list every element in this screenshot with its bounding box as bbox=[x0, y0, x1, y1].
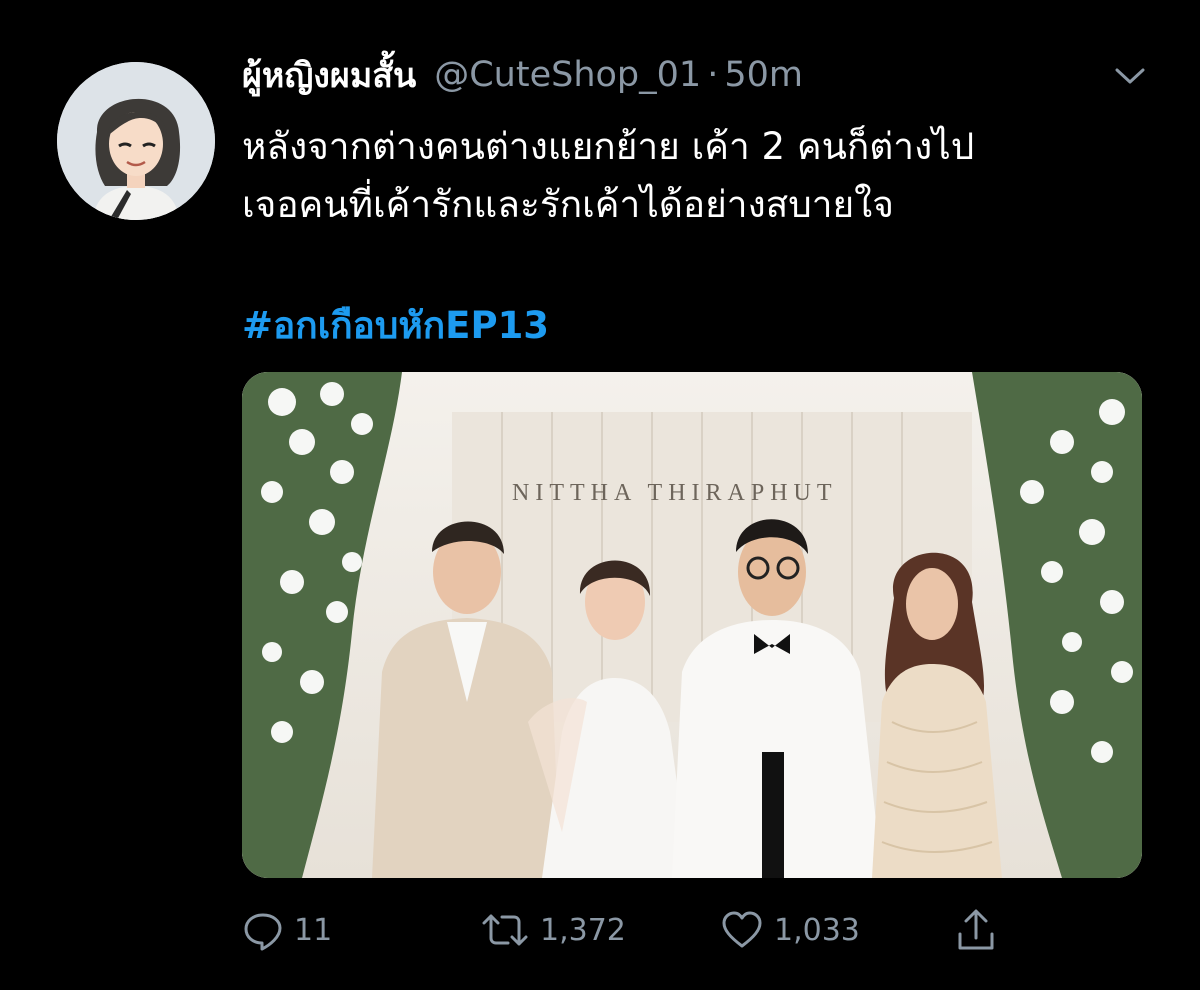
user-handle[interactable]: @CuteShop_01 bbox=[434, 55, 701, 95]
reply-count: 11 bbox=[294, 912, 333, 948]
tweet-photo[interactable]: NITTHA THIRAPHUT bbox=[242, 372, 1142, 878]
display-name[interactable]: ผู้หญิงผมสั้น bbox=[242, 48, 416, 102]
timestamp[interactable]: 50m bbox=[724, 55, 803, 95]
like-count: 1,033 bbox=[774, 912, 860, 948]
reply-icon bbox=[244, 913, 282, 951]
tweet-header: ผู้หญิงผมสั้น @CuteShop_01 · 50m bbox=[242, 50, 803, 100]
avatar[interactable] bbox=[57, 62, 215, 220]
more-options-button[interactable] bbox=[1110, 56, 1150, 96]
tweet-text: หลังจากต่างคนต่างแยกย้าย เค้า 2 คนก็ต่าง… bbox=[242, 125, 975, 226]
wedding-photo: NITTHA THIRAPHUT bbox=[242, 372, 1142, 878]
separator-dot: · bbox=[707, 55, 719, 95]
share-icon bbox=[958, 909, 994, 950]
retweet-count: 1,372 bbox=[540, 912, 626, 948]
retweet-icon bbox=[482, 914, 528, 946]
tweet-actions: 11 1,372 1,033 bbox=[242, 905, 1142, 955]
share-button[interactable] bbox=[956, 905, 996, 955]
avatar-illustration bbox=[57, 62, 215, 220]
tweet[interactable]: ผู้หญิงผมสั้น @CuteShop_01 · 50m หลังจาก… bbox=[0, 0, 1200, 990]
heart-icon bbox=[722, 911, 762, 948]
reply-button[interactable]: 11 bbox=[242, 905, 332, 955]
like-button[interactable]: 1,033 bbox=[720, 905, 860, 955]
retweet-button[interactable]: 1,372 bbox=[480, 905, 626, 955]
backdrop-sign: NITTHA THIRAPHUT bbox=[512, 480, 838, 506]
chevron-down-icon bbox=[1115, 68, 1145, 84]
hashtag-link[interactable]: #อกเกือบหักEP13 bbox=[242, 296, 549, 355]
